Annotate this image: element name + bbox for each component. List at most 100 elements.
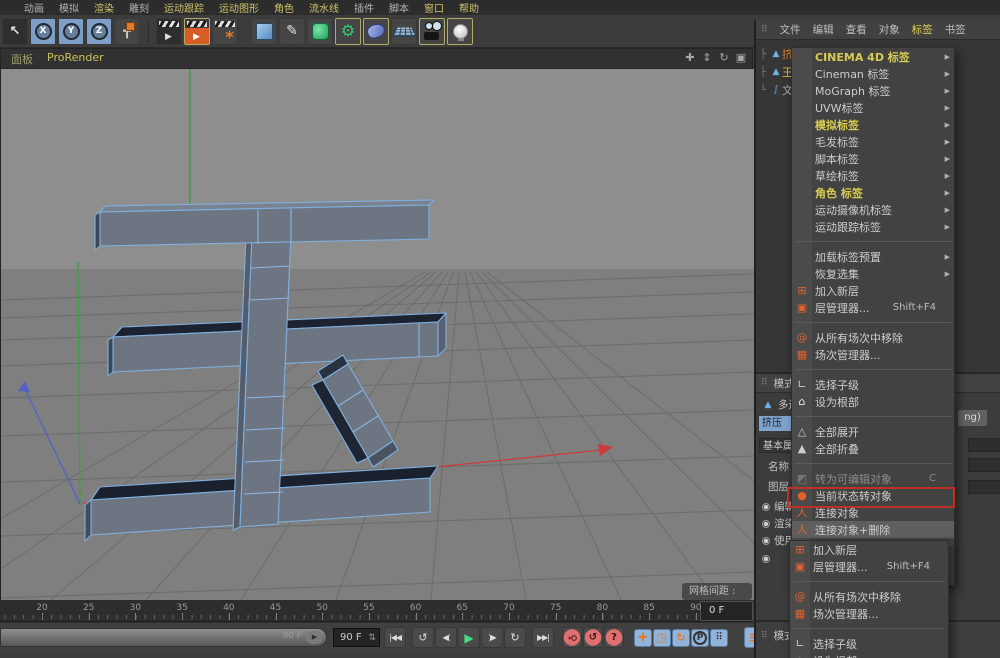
render-picture-viewer-button[interactable] (184, 18, 210, 45)
loop-button[interactable]: ↻ (504, 627, 526, 648)
toggle-panel-icon[interactable]: ▣ (734, 51, 748, 64)
menu-item-转为可编辑对象[interactable]: ◩转为可编辑对象C (792, 470, 954, 487)
menu-item-MoGraph 标签[interactable]: MoGraph 标签▶ (792, 82, 954, 99)
viewport-canvas[interactable] (1, 69, 754, 600)
menu-item-层管理器...[interactable]: ▣层管理器...Shift+F4 (792, 299, 954, 316)
menu-item-选择子级[interactable]: ∟选择子级 (790, 635, 948, 652)
previous-key-button[interactable]: ◀( (435, 627, 457, 648)
viewport-menu-ProRender[interactable]: ProRender (47, 51, 104, 67)
goto-end-button[interactable]: ▶▶| (532, 627, 554, 648)
frame-number-field[interactable]: 90 F ⇅ (333, 628, 380, 647)
menu-item-模拟标签[interactable]: 模拟标签▶ (792, 116, 954, 133)
menu-item-脚本标签[interactable]: 脚本标签▶ (792, 150, 954, 167)
menu-item-层管理器...[interactable]: ▣层管理器...Shift+F4 (790, 558, 948, 575)
z-axis-lock[interactable]: Z (86, 18, 112, 45)
menu-item-草绘标签[interactable]: 草绘标签▶ (792, 167, 954, 184)
menu-脚本[interactable]: 脚本 (389, 0, 409, 15)
menu-item-UVW标签[interactable]: UVW标签▶ (792, 99, 954, 116)
goto-start-button[interactable]: |◀◀ (384, 627, 406, 648)
subdivision-surface-button[interactable] (307, 18, 333, 45)
radio-icon[interactable] (762, 503, 770, 511)
record-keyframe-button[interactable]: ♀ (562, 627, 582, 648)
viewport-menu-面板[interactable]: 面板 (11, 51, 33, 67)
frame-range-slider[interactable]: 90 F ▶ (0, 628, 327, 647)
menu-运动跟踪[interactable]: 运动跟踪 (164, 0, 204, 15)
pen-spline-button[interactable]: ✎ (279, 18, 305, 45)
menu-item-从所有场次中移除[interactable]: @从所有场次中移除 (790, 588, 948, 605)
om-menu-标签[interactable]: 标签 (912, 22, 933, 37)
menu-item-全部展开[interactable]: △全部展开 (792, 423, 954, 440)
pan-icon[interactable]: ✚ (683, 51, 697, 64)
panel-grip-icon[interactable]: ⠿ (761, 631, 768, 641)
play-button[interactable]: ▶ (458, 627, 480, 648)
y-axis-lock[interactable]: Y (58, 18, 84, 45)
menu-动画[interactable]: 动画 (24, 0, 44, 15)
timeline-ruler[interactable]: 0 F 202530354045505560657075808590 (0, 600, 753, 622)
panel-grip-icon[interactable]: ⠿ (761, 25, 768, 35)
menu-item-加入新层[interactable]: ⊞加入新层 (792, 282, 954, 299)
menu-流水线[interactable]: 流水线 (309, 0, 339, 15)
autokey-button[interactable]: ↺ (583, 627, 603, 648)
attribute-field-strip[interactable] (968, 438, 1000, 452)
menu-雕刻[interactable]: 雕刻 (129, 0, 149, 15)
viewport-panel[interactable]: 面板 ProRender ✚⇕↻▣ (0, 48, 753, 600)
zoom-icon[interactable]: ⇕ (700, 51, 714, 64)
floor-button[interactable] (391, 18, 417, 45)
om-menu-对象[interactable]: 对象 (879, 22, 900, 37)
coordinate-system[interactable]: ╋ (114, 18, 140, 45)
record-parameter-toggle[interactable]: P (691, 629, 709, 647)
menu-item-连接对象[interactable]: 人连接对象 (792, 504, 954, 521)
x-axis-lock[interactable]: X (30, 18, 56, 45)
menu-item-运动跟踪标签[interactable]: 运动跟踪标签▶ (792, 218, 954, 235)
menu-item-角色 标签[interactable]: 角色 标签▶ (792, 184, 954, 201)
play-backward-button[interactable]: ↺ (412, 627, 434, 648)
radio-icon[interactable] (762, 520, 770, 528)
select-tool[interactable]: ↖ (2, 18, 28, 45)
visibility-row-extra[interactable] (762, 551, 770, 566)
keyframe-options-button[interactable]: ? (604, 627, 624, 648)
menu-item-加载标签预置[interactable]: 加载标签预置▶ (792, 248, 954, 265)
radio-icon[interactable] (762, 555, 770, 563)
menu-item-场次管理器...[interactable]: ▦场次管理器... (792, 346, 954, 363)
render-view-button[interactable] (156, 18, 182, 45)
deformers-button[interactable] (363, 18, 389, 45)
radio-icon[interactable] (762, 537, 770, 545)
menu-渲染[interactable]: 渲染 (94, 0, 114, 15)
record-pla-toggle[interactable]: ⠿ (710, 629, 728, 647)
add-cube-button[interactable] (251, 18, 277, 45)
om-menu-书签[interactable]: 书签 (945, 22, 966, 37)
menu-item-设为根部[interactable]: ⌂设为根部 (790, 652, 948, 658)
record-rotation-toggle[interactable]: ↻ (672, 629, 690, 647)
menu-item-CINEMA 4D 标签[interactable]: CINEMA 4D 标签▶ (792, 48, 954, 65)
menu-item-全部折叠[interactable]: ▲全部折叠 (792, 440, 954, 457)
menu-角色[interactable]: 角色 (274, 0, 294, 15)
frame-stepper-icon[interactable]: ⇅ (368, 630, 376, 647)
om-menu-查看[interactable]: 查看 (846, 22, 867, 37)
menu-item-当前状态转对象[interactable]: ●当前状态转对象 (792, 487, 954, 504)
menu-item-选择子级[interactable]: ∟选择子级 (792, 376, 954, 393)
menu-窗口[interactable]: 窗口 (424, 0, 444, 15)
menu-item-场次管理器...[interactable]: ▦场次管理器... (790, 605, 948, 622)
menu-item-设为根部[interactable]: ⌂设为根部 (792, 393, 954, 410)
camera-button[interactable] (419, 18, 445, 45)
attribute-field-strip[interactable] (968, 458, 1000, 472)
menu-插件[interactable]: 插件 (354, 0, 374, 15)
menu-帮助[interactable]: 帮助 (459, 0, 479, 15)
menu-item-加入新层[interactable]: ⊞加入新层 (790, 541, 948, 558)
menu-item-Cineman 标签[interactable]: Cineman 标签▶ (792, 65, 954, 82)
menu-模拟[interactable]: 模拟 (59, 0, 79, 15)
menu-item-恢复选集[interactable]: 恢复选集▶ (792, 265, 954, 282)
attribute-field-strip[interactable] (968, 480, 1000, 494)
menu-item-运动摄像机标签[interactable]: 运动摄像机标签▶ (792, 201, 954, 218)
panel-grip-icon[interactable]: ⠿ (761, 378, 768, 388)
menu-item-连接对象+删除[interactable]: 人连接对象+删除 (792, 521, 954, 538)
record-scale-toggle[interactable]: ◳ (653, 629, 671, 647)
rotate-icon[interactable]: ↻ (717, 51, 731, 64)
current-frame-indicator[interactable]: 0 F (700, 601, 753, 621)
next-key-button[interactable]: )▶ (481, 627, 503, 648)
menu-item-毛发标签[interactable]: 毛发标签▶ (792, 133, 954, 150)
om-menu-文件[interactable]: 文件 (780, 22, 801, 37)
range-end-handle[interactable]: ▶ (306, 631, 323, 644)
menu-运动图形[interactable]: 运动图形 (219, 0, 259, 15)
generators-button[interactable]: ⚙ (335, 18, 361, 45)
